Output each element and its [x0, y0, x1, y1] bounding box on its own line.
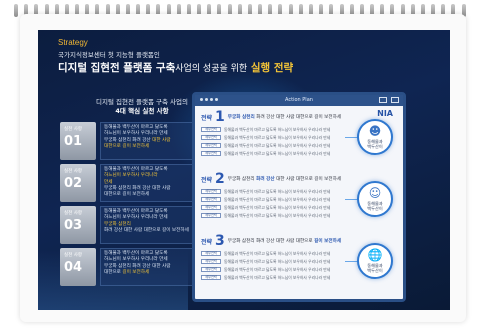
strategy-row: 전략 1 무궁화 삼천리 화려 강산 대한 사람 대한으로 길이 보전하세 세부… — [201, 109, 367, 157]
globe-icon: 🌐 — [367, 248, 383, 262]
detail-text: 동해물과 백두산이 마르고 닳도록 하느님이 보우하사 우리나라 만세 — [224, 188, 331, 194]
strategy-number: 3 — [215, 233, 225, 249]
practice-card: 실천 사항 03 동해물과 백두산이 마르고 닳도록 하느님이 보우하사 우리나… — [60, 206, 212, 244]
detail-item: 세부전략 동해물과 백두산이 마르고 닳도록 하느님이 보우하사 우리나라 만세 — [201, 150, 367, 157]
detail-tag: 세부전략 — [201, 135, 221, 140]
practice-label: 실천 사항 — [64, 169, 82, 174]
slide-subtitle: 국가지식정보센터 첫 지능형 플랫폼인 — [58, 51, 160, 59]
nia-logo: NIA — [377, 109, 393, 118]
practice-number: 02 — [64, 176, 83, 191]
detail-tag: 세부전략 — [201, 197, 221, 202]
detail-tag: 세부전략 — [201, 151, 221, 156]
left-heading-line2: 4대 핵심 실천 사항 — [115, 107, 169, 115]
badge-circle: ☻ 동해물과 백두산이 — [357, 119, 393, 155]
practice-line: 무궁화 삼천리 화려 강산 — [104, 137, 151, 143]
detail-tag: 세부전략 — [201, 205, 221, 210]
strategy-row: 전략 2 무궁화 삼천리 화려 강산 대한 사람 대한으로 길이 보전하세 세부… — [201, 171, 367, 219]
detail-text: 동해물과 백두산이 마르고 닳도록 하느님이 보우하사 우리나라 만세 — [224, 196, 331, 202]
practice-label: 실천 사항 — [64, 127, 82, 132]
practice-card: 실천 사항 04 동해물과 백두산이 마르고 닳도록 하느님이 보우하사 우리나… — [60, 248, 212, 286]
people-icon: ☻ — [368, 124, 382, 138]
detail-text: 동해물과 백두산이 마르고 닳도록 하느님이 보우하사 우리나라 만세 — [224, 134, 331, 140]
person-icon: ☺ — [368, 186, 382, 200]
left-heading-line1: 디지털 집현전 플랫폼 구축 사업의 — [96, 98, 188, 106]
maximize-icon — [391, 97, 399, 103]
detail-item: 세부전략 동해물과 백두산이 마르고 닳도록 하느님이 보우하사 우리나라 만세 — [201, 266, 367, 273]
practice-tail: 대한으로 — [104, 269, 121, 275]
detail-tag: 세부전략 — [201, 259, 221, 264]
detail-text: 동해물과 백두산이 마르고 닳도록 하느님이 보우하사 우리나라 만세 — [224, 150, 331, 156]
detail-tag: 세부전략 — [201, 213, 221, 218]
window-title: Action Plan — [285, 97, 313, 103]
strategy-number: 2 — [215, 171, 225, 187]
strategy-heading: 무궁화 삼천리 화려 강산 대한 사람 대한으로 길이 보전하세 — [227, 239, 342, 244]
practice-card: 실천 사항 02 동해물과 백두산이 마르고 닳도록 하느님이 보우하사 우리나… — [60, 164, 212, 202]
detail-item: 세부전략 동해물과 백두산이 마르고 닳도록 하느님이 보우하사 우리나라 만세 — [201, 258, 367, 265]
strategy-word: 전략 — [201, 238, 213, 246]
window-controls — [379, 97, 399, 103]
strategy-row-header: 전략 3 무궁화 삼천리 화려 강산 대한 사람 대한으로 길이 보전하세 — [201, 233, 367, 249]
detail-item: 세부전략 동해물과 백두산이 마르고 닳도록 하느님이 보우하사 우리나라 만세 — [201, 212, 367, 219]
slide-title: 디지털 집현전 플랫폼 구축사업의 성공을 위한 실행 전략 — [58, 60, 293, 75]
detail-item: 세부전략 동해물과 백두산이 마르고 닳도록 하느님이 보우하사 우리나라 만세 — [201, 204, 367, 211]
strategy-number: 1 — [215, 109, 225, 125]
detail-item: 세부전략 동해물과 백두산이 마르고 닳도록 하느님이 보우하사 우리나라 만세 — [201, 250, 367, 257]
window-titlebar: Action Plan — [195, 95, 403, 106]
detail-text: 동해물과 백두산이 마르고 닳도록 하느님이 보우하사 우리나라 만세 — [224, 250, 331, 256]
strategy-row-header: 전략 2 무궁화 삼천리 화려 강산 대한 사람 대한으로 길이 보전하세 — [201, 171, 367, 187]
strategy-row-header: 전략 1 무궁화 삼천리 화려 강산 대한 사람 대한으로 길이 보전하세 — [201, 109, 367, 125]
detail-text: 동해물과 백두산이 마르고 닳도록 하느님이 보우하사 우리나라 만세 — [224, 126, 331, 132]
strategy-word: 전략 — [201, 176, 213, 184]
detail-tag: 세부전략 — [201, 127, 221, 132]
detail-text: 동해물과 백두산이 마르고 닳도록 하느님이 보우하사 우리나라 만세 — [224, 142, 331, 148]
title-part3: 실행 전략 — [250, 62, 294, 74]
minimize-icon — [379, 97, 387, 103]
detail-item: 세부전략 동해물과 백두산이 마르고 닳도록 하느님이 보우하사 우리나라 만세 — [201, 126, 367, 133]
detail-tag: 세부전략 — [201, 275, 221, 280]
strategy-row: 전략 3 무궁화 삼천리 화려 강산 대한 사람 대한으로 길이 보전하세 세부… — [201, 233, 367, 281]
title-part2: 사업의 성공을 위한 — [175, 64, 248, 74]
badge-circle: 🌐 동해물과 백두산이 — [357, 243, 393, 279]
practice-number-box: 실천 사항 01 — [60, 122, 96, 160]
detail-text: 동해물과 백두산이 마르고 닳도록 하느님이 보우하사 우리나라 만세 — [224, 212, 331, 218]
detail-text: 동해물과 백두산이 마르고 닳도록 하느님이 보우하사 우리나라 만세 — [224, 204, 331, 210]
badge-caption: 백두산이 — [367, 268, 383, 273]
practice-number-box: 실천 사항 03 — [60, 206, 96, 244]
practice-number: 01 — [64, 134, 83, 149]
practice-number-box: 실천 사항 02 — [60, 164, 96, 202]
left-heading: 디지털 집현전 플랫폼 구축 사업의 4대 핵심 실천 사항 — [76, 98, 208, 116]
detail-text: 동해물과 백두산이 마르고 닳도록 하느님이 보우하사 우리나라 만세 — [224, 274, 331, 280]
detail-tag: 세부전략 — [201, 251, 221, 256]
strategy-heading: 무궁화 삼천리 화려 강산 대한 사람 대한으로 길이 보전하세 — [227, 177, 342, 182]
badge-caption: 백두산이 — [367, 206, 383, 211]
practice-highlight: 대한 사람 — [152, 137, 171, 143]
strategy-label: Strategy — [58, 38, 88, 47]
detail-item: 세부전략 동해물과 백두산이 마르고 닳도록 하느님이 보우하사 우리나라 만세 — [201, 196, 367, 203]
badge-caption: 백두산이 — [367, 144, 383, 149]
detail-item: 세부전략 동해물과 백두산이 마르고 닳도록 하느님이 보우하사 우리나라 만세 — [201, 274, 367, 281]
badge-circle: ☺ 동해물과 백두산이 — [357, 181, 393, 217]
detail-item: 세부전략 동해물과 백두산이 마르고 닳도록 하느님이 보우하사 우리나라 만세 — [201, 134, 367, 141]
practice-number: 04 — [64, 260, 83, 275]
practice-number-box: 실천 사항 04 — [60, 248, 96, 286]
detail-item: 세부전략 동해물과 백두산이 마르고 닳도록 하느님이 보우하사 우리나라 만세 — [201, 142, 367, 149]
practice-label: 실천 사항 — [64, 253, 82, 258]
detail-tag: 세부전략 — [201, 267, 221, 272]
practice-number: 03 — [64, 218, 83, 233]
strategy-word: 전략 — [201, 114, 213, 122]
detail-item: 세부전략 동해물과 백두산이 마르고 닳도록 하느님이 보우하사 우리나라 만세 — [201, 188, 367, 195]
detail-text: 동해물과 백두산이 마르고 닳도록 하느님이 보우하사 우리나라 만세 — [224, 258, 331, 264]
detail-tag: 세부전략 — [201, 143, 221, 148]
action-plan-window: Action Plan NIA 전략 1 무궁화 삼천리 화려 강산 대한 사람… — [192, 92, 406, 302]
strategy-heading: 무궁화 삼천리 화려 강산 대한 사람 대한으로 길이 보전하세 — [227, 115, 342, 120]
detail-text: 동해물과 백두산이 마르고 닳도록 하느님이 보우하사 우리나라 만세 — [224, 266, 331, 272]
practice-highlight: 길이 보전하세 — [122, 269, 150, 275]
title-part1: 디지털 집현전 플랫폼 구축 — [58, 62, 176, 74]
detail-tag: 세부전략 — [201, 189, 221, 194]
practice-card: 실천 사항 01 동해물과 백두산이 마르고 닳도록 하느님이 보우하사 우리나… — [60, 122, 212, 160]
practice-label: 실천 사항 — [64, 211, 82, 216]
